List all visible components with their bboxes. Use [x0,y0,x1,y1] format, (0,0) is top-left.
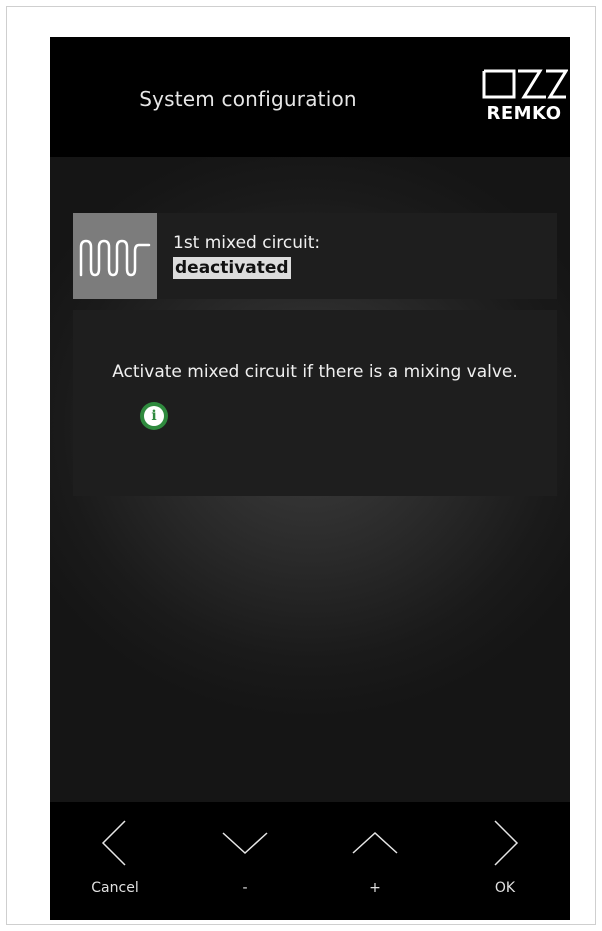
footer-nav: Cancel - + OK [50,802,570,920]
info-icon-glyph: i [144,406,164,426]
cancel-label: Cancel [91,880,139,896]
chevron-right-icon [494,820,519,866]
device-frame: System configuration REMKO 1st mixed cir… [6,6,596,925]
mixed-circuit-icon [73,213,157,299]
mixed-circuit-setting[interactable]: 1st mixed circuit: deactivated [73,213,557,299]
chevron-down-icon [222,832,268,855]
increase-button[interactable]: + [310,802,440,920]
remko-logo: REMKO [480,65,569,135]
decrease-button[interactable]: - [180,802,310,920]
setting-value[interactable]: deactivated [173,257,291,279]
ok-button[interactable]: OK [440,802,570,920]
setting-label: 1st mixed circuit: [173,233,321,253]
cancel-button[interactable]: Cancel [50,802,180,920]
decrease-label: - [242,880,248,896]
chevron-up-icon [352,831,398,854]
increase-label: + [369,880,381,896]
chevron-left-icon [101,820,126,866]
header-bar: System configuration REMKO [50,37,570,157]
info-icon[interactable]: i [140,402,168,430]
remko-logo-mark [482,69,569,99]
page-title: System configuration [139,87,357,111]
info-text: Activate mixed circuit if there is a mix… [112,362,518,382]
main-content: 1st mixed circuit: deactivated Activate … [50,157,570,802]
logo-text: REMKO [486,103,562,124]
device-screen: System configuration REMKO 1st mixed cir… [50,37,570,920]
info-panel: Activate mixed circuit if there is a mix… [73,310,557,496]
ok-label: OK [494,880,516,896]
